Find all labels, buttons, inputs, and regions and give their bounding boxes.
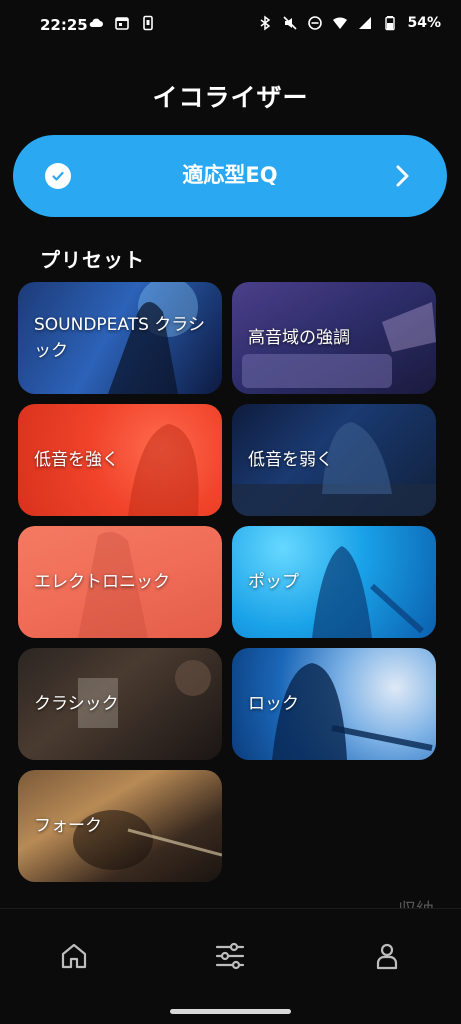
preset-card-electronic[interactable]: エレクトロニック xyxy=(18,526,222,638)
preset-label: 低音を弱く xyxy=(248,450,333,470)
status-time: 22:25 xyxy=(40,16,88,34)
mute-icon xyxy=(282,15,298,31)
profile-icon[interactable] xyxy=(370,939,404,973)
preset-card-pop[interactable]: ポップ xyxy=(232,526,436,638)
page-title: イコライザー xyxy=(152,83,309,112)
preset-label: クラシック xyxy=(34,694,119,714)
preset-card-rock[interactable]: ロック xyxy=(232,648,436,760)
preset-label: 高音域の強調 xyxy=(248,328,350,348)
preset-card-classical[interactable]: クラシック xyxy=(18,648,222,760)
home-indicator[interactable] xyxy=(170,1009,291,1014)
preset-card-bass-reduce[interactable]: 低音を弱く xyxy=(232,404,436,516)
adaptive-eq-button[interactable]: 適応型EQ xyxy=(13,135,447,217)
status-icons-right: 54% xyxy=(257,15,441,31)
adaptive-eq-label: 適応型EQ xyxy=(182,163,278,187)
preset-card-treble-boost[interactable]: 高音域の強調 xyxy=(232,282,436,394)
preset-label: ロック xyxy=(248,694,299,714)
dnd-icon xyxy=(307,15,323,31)
status-bar: 22:25 54% xyxy=(0,0,461,52)
chevron-right-icon xyxy=(387,161,417,191)
phone-vibrate-icon xyxy=(140,15,156,31)
bluetooth-icon xyxy=(257,15,273,31)
preset-label: エレクトロニック xyxy=(34,572,170,592)
preset-label: SOUNDPEATS クラシック xyxy=(34,315,205,361)
home-icon[interactable] xyxy=(57,939,91,973)
presets-section-title: プリセット xyxy=(40,248,145,272)
wifi-icon xyxy=(332,15,348,31)
preset-label: フォーク xyxy=(34,816,102,836)
battery-icon xyxy=(382,15,398,31)
preset-card-folk[interactable]: フォーク xyxy=(18,770,222,882)
calendar-icon xyxy=(114,15,130,31)
signal-icon xyxy=(357,15,373,31)
preset-card-soundpeats-classic[interactable]: SOUNDPEATS クラシック xyxy=(18,282,222,394)
preset-label: ポップ xyxy=(248,572,299,592)
status-icons-left xyxy=(88,15,156,31)
cloud-icon xyxy=(88,15,104,31)
preset-label: 低音を強く xyxy=(34,450,119,470)
preset-card-bass-boost[interactable]: 低音を強く xyxy=(18,404,222,516)
bottom-nav xyxy=(0,908,461,999)
battery-percent: 54% xyxy=(407,15,441,31)
equalizer-icon[interactable] xyxy=(213,939,247,973)
